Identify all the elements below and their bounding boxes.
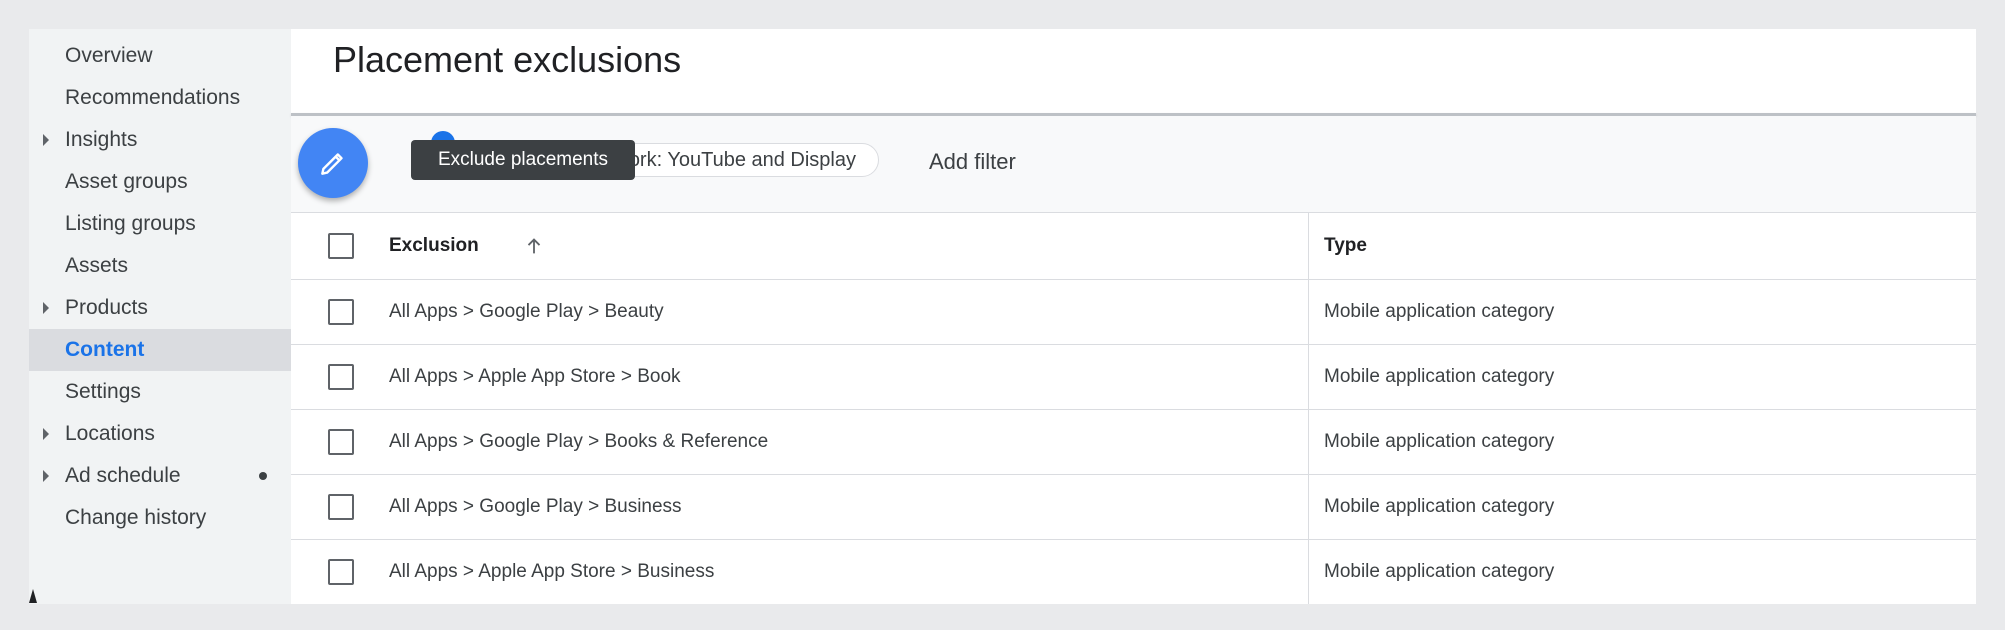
notification-dot-icon [259, 472, 267, 480]
row-checkbox[interactable] [328, 494, 354, 520]
main-content: Placement exclusions ork: YouTube and Di… [291, 29, 1976, 604]
table-row[interactable]: All Apps > Apple App Store > Business Mo… [291, 539, 1976, 604]
row-checkbox[interactable] [328, 364, 354, 390]
sidebar-item-label: Asset groups [65, 170, 188, 193]
arrow-up-icon[interactable] [523, 235, 545, 257]
caret-right-icon [43, 134, 49, 146]
type-cell: Mobile application category [1324, 431, 1555, 452]
sidebar-item-asset-groups[interactable]: Asset groups [29, 161, 291, 203]
sidebar-item-label: Listing groups [65, 212, 196, 235]
edit-fab-button[interactable] [298, 128, 368, 198]
mouse-cursor-icon [29, 589, 37, 603]
add-filter-button[interactable]: Add filter [929, 149, 1016, 175]
sidebar-item-change-history[interactable]: Change history [29, 497, 291, 539]
filter-chip-label: ork: YouTube and Display [628, 148, 856, 171]
column-header-exclusion[interactable]: Exclusion [389, 235, 479, 257]
column-divider [1308, 410, 1309, 474]
column-divider [1308, 540, 1309, 604]
type-cell: Mobile application category [1324, 366, 1555, 387]
sidebar-item-label: Recommendations [65, 86, 241, 109]
sidebar-item-locations[interactable]: Locations [29, 413, 291, 455]
column-header-type[interactable]: Type [1324, 235, 1367, 257]
sidebar-item-ad-schedule[interactable]: Ad schedule [29, 455, 291, 497]
type-cell: Mobile application category [1324, 561, 1555, 582]
sidebar-item-label: Products [65, 296, 148, 319]
table-row[interactable]: All Apps > Google Play > Beauty Mobile a… [291, 279, 1976, 344]
type-cell: Mobile application category [1324, 496, 1555, 517]
sidebar-item-listing-groups[interactable]: Listing groups [29, 203, 291, 245]
caret-right-icon [43, 302, 49, 314]
sidebar-item-label: Content [65, 338, 145, 361]
sidebar-item-products[interactable]: Products [29, 287, 291, 329]
row-checkbox[interactable] [328, 559, 354, 585]
sidebar-item-label: Ad schedule [65, 464, 181, 487]
exclusion-cell: All Apps > Apple App Store > Business [389, 561, 715, 582]
sidebar-item-label: Insights [65, 128, 138, 151]
type-cell: Mobile application category [1324, 301, 1555, 322]
row-checkbox[interactable] [328, 299, 354, 325]
exclusion-cell: All Apps > Google Play > Beauty [389, 301, 664, 322]
sidebar-nav: Overview Recommendations Insights Asset … [29, 29, 291, 604]
column-divider [1308, 345, 1309, 409]
pencil-icon [321, 153, 343, 175]
caret-right-icon [43, 428, 49, 440]
exclusion-cell: All Apps > Google Play > Books & Referen… [389, 431, 769, 452]
exclusion-cell: All Apps > Google Play > Business [389, 496, 682, 517]
sidebar-item-assets[interactable]: Assets [29, 245, 291, 287]
sidebar-item-label: Overview [65, 44, 153, 67]
sidebar-item-label: Settings [65, 380, 141, 403]
table-header-row: Exclusion Type [291, 212, 1976, 279]
row-checkbox[interactable] [328, 429, 354, 455]
table-row[interactable]: All Apps > Google Play > Books & Referen… [291, 409, 1976, 474]
page-title: Placement exclusions [333, 39, 682, 80]
exclusions-table: Exclusion Type All Apps > Google Play > … [291, 212, 1976, 604]
sidebar-item-label: Assets [65, 254, 129, 277]
sidebar-item-overview[interactable]: Overview [29, 35, 291, 77]
sidebar-item-recommendations[interactable]: Recommendations [29, 77, 291, 119]
sidebar-item-label: Change history [65, 506, 207, 529]
column-divider [1308, 475, 1309, 539]
sidebar-item-settings[interactable]: Settings [29, 371, 291, 413]
sidebar-item-insights[interactable]: Insights [29, 119, 291, 161]
app-frame: Overview Recommendations Insights Asset … [29, 29, 1976, 604]
sidebar-item-content[interactable]: Content [29, 329, 291, 371]
select-all-checkbox[interactable] [328, 233, 354, 259]
column-divider [1308, 280, 1309, 344]
exclusion-cell: All Apps > Apple App Store > Book [389, 366, 681, 387]
table-row[interactable]: All Apps > Apple App Store > Book Mobile… [291, 344, 1976, 409]
caret-right-icon [43, 470, 49, 482]
exclude-placements-tooltip: Exclude placements [411, 140, 635, 180]
table-row[interactable]: All Apps > Google Play > Business Mobile… [291, 474, 1976, 539]
column-divider [1308, 213, 1309, 279]
sidebar-item-label: Locations [65, 422, 155, 445]
